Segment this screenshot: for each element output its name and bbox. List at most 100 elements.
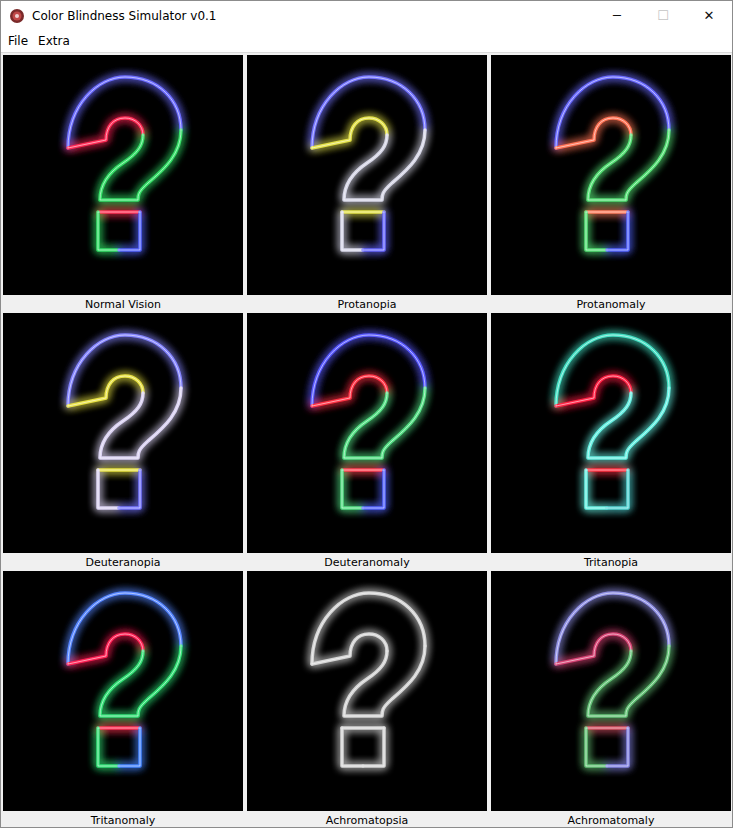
neon-core [588,646,669,716]
neon-core [556,118,631,148]
neon-core [556,335,669,406]
box-left-segment [342,470,363,508]
panel-caption: Normal Vision [3,295,243,313]
simulation-panel: Normal Vision [3,55,243,313]
neon-core [556,634,631,664]
box-right-segment [363,470,384,508]
arc-segment [312,593,425,664]
stem-segment [100,388,181,458]
stem-segment [344,130,425,200]
panel-caption: Deuteranopia [3,553,243,571]
box-right-segment [119,728,140,766]
neon-core [344,646,425,716]
neon-core [588,388,669,458]
box-right-segment [607,212,628,250]
neon-core [607,470,628,508]
hook-segment [312,376,387,406]
neon-core [119,470,140,508]
neon-core [312,335,425,406]
neon-core [68,593,181,664]
box-right-segment [607,470,628,508]
neon-core [342,728,384,729]
neon-core [588,130,669,200]
box-top-segment [342,726,384,730]
neon-core [556,376,631,406]
neon-core [100,646,181,716]
neon-core [586,212,628,213]
box-right-segment [119,470,140,508]
arc-segment [556,593,669,664]
question-mark-icon [3,571,243,811]
neon-core [342,212,384,213]
neon-core [98,470,140,471]
panel-caption: Tritanopia [491,553,731,571]
window-control-button[interactable]: ✕ [686,1,732,30]
simulation-panel: Deuteranomaly [247,313,487,571]
neon-core [586,212,607,250]
neon-core [68,118,143,148]
window-control-button[interactable]: ─ [594,1,640,30]
arc-segment [68,335,181,406]
panel-caption: Protanomaly [491,295,731,313]
neon-core [342,470,363,508]
window-control-button[interactable]: ☐ [640,1,686,30]
neon-core [98,212,119,250]
simulation-panel: Tritanopia [491,313,731,571]
neon-core [98,728,119,766]
simulation-panel: Tritanomaly [3,571,243,828]
stem-segment [100,130,181,200]
arc-segment [312,335,425,406]
simulation-panel: Protanopia [247,55,487,313]
panel-caption: Deuteranomaly [247,553,487,571]
box-left-segment [586,470,607,508]
neon-core [586,470,628,471]
neon-core [98,212,140,213]
box-right-segment [119,212,140,250]
box-right-segment [363,212,384,250]
neon-core [556,593,669,664]
menu-item[interactable]: Extra [33,34,75,48]
question-mark-icon [491,313,731,553]
menu-item[interactable]: File [3,34,33,48]
neon-core [98,470,119,508]
simulation-panel: Deuteranopia [3,313,243,571]
hook-segment [556,118,631,148]
arc-segment [556,335,669,406]
neon-core [68,376,143,406]
arc-segment [68,77,181,148]
neon-core [312,376,387,406]
box-right-segment [363,728,384,766]
neon-core [363,728,384,766]
box-left-segment [98,728,119,766]
neon-core [342,728,363,766]
question-mark-icon [491,55,731,295]
box-top-segment [98,726,140,730]
question-mark-icon [247,313,487,553]
neon-core [119,212,140,250]
box-left-segment [342,212,363,250]
neon-core [68,77,181,148]
app-window: Color Blindness Simulator v0.1─☐✕FileExt… [0,0,733,828]
app-cube-icon [9,8,25,24]
menu-bar: FileExtra [1,30,732,53]
box-left-segment [586,728,607,766]
box-left-segment [342,728,363,766]
title-bar: Color Blindness Simulator v0.1─☐✕ [1,1,732,30]
simulation-grid: Normal VisionProtanopiaProtanomaly Deuter… [1,53,732,828]
neon-core [342,470,384,471]
neon-core [363,470,384,508]
neon-core [312,593,425,664]
hook-segment [312,634,387,664]
box-top-segment [342,468,384,472]
stem-segment [588,388,669,458]
question-mark-icon [3,313,243,553]
neon-core [100,388,181,458]
stem-segment [588,646,669,716]
arc-segment [312,77,425,148]
question-mark-icon [247,571,487,811]
box-left-segment [98,470,119,508]
neon-core [344,130,425,200]
box-top-segment [98,468,140,472]
neon-core [607,212,628,250]
neon-core [312,118,387,148]
